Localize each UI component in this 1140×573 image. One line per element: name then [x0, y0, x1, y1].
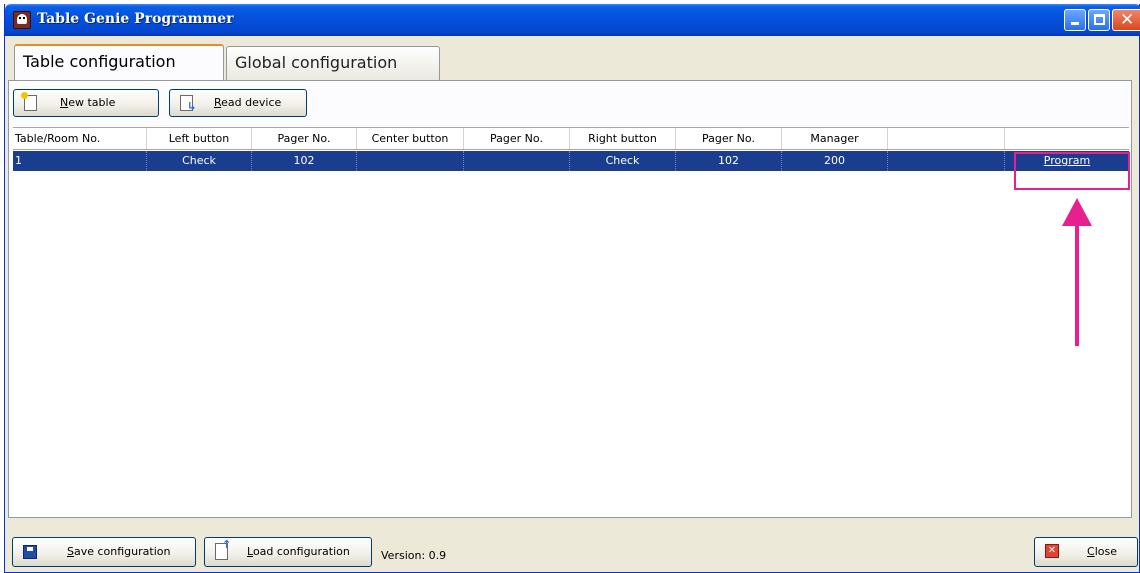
- table-grid[interactable]: Table/Room No. Left button Pager No. Cen…: [13, 127, 1129, 517]
- read-device-label: Read device: [214, 96, 281, 109]
- label-rest: ave configuration: [73, 545, 171, 558]
- window-title: Table Genie Programmer: [37, 11, 234, 27]
- column-header-extra[interactable]: [888, 128, 1005, 149]
- load-configuration-button[interactable]: Load configuration: [204, 537, 372, 567]
- table-row[interactable]: 1 Check 102 Check 102 200 Program: [13, 151, 1129, 171]
- annotation-arrow-shaft: [1075, 222, 1079, 346]
- label-rest: oad configuration: [252, 545, 350, 558]
- tab-label: Global configuration: [235, 53, 398, 72]
- cell-extra: [888, 151, 1005, 171]
- column-header-left-button[interactable]: Left button: [147, 128, 252, 149]
- new-document-icon: [21, 92, 37, 111]
- accel-key: S: [67, 545, 74, 558]
- maximize-button[interactable]: [1088, 9, 1110, 31]
- column-header-left-pager[interactable]: Pager No.: [252, 128, 357, 149]
- version-text: Version: 0.9: [381, 549, 447, 562]
- save-configuration-label: Save configuration: [67, 545, 170, 558]
- close-icon: ✕: [1045, 544, 1059, 558]
- grid-header: Table/Room No. Left button Pager No. Cen…: [13, 128, 1129, 150]
- minimize-button[interactable]: [1064, 9, 1086, 31]
- read-device-button[interactable]: Read device: [169, 89, 307, 117]
- cell-table-no: 1: [13, 151, 147, 171]
- column-header-right-button[interactable]: Right button: [570, 128, 676, 149]
- label-rest: ew table: [68, 96, 116, 109]
- label-rest: ead device: [221, 96, 282, 109]
- tab-label: Table configuration: [23, 52, 176, 71]
- read-device-icon: [180, 95, 196, 113]
- new-table-label: New table: [60, 96, 115, 109]
- cell-left-pager: 102: [252, 151, 357, 171]
- cell-center-pager: [464, 151, 570, 171]
- column-header-manager[interactable]: Manager: [782, 128, 888, 149]
- column-header-table-room[interactable]: Table/Room No.: [13, 128, 147, 149]
- tab-global-configuration[interactable]: Global configuration: [226, 46, 440, 80]
- load-document-icon: [215, 538, 231, 560]
- tab-strip: Table configuration Global configuration: [14, 44, 1134, 82]
- label-rest: lose: [1094, 545, 1117, 558]
- save-configuration-button[interactable]: Save configuration: [12, 537, 196, 567]
- close-label: Close: [1087, 545, 1117, 558]
- window-close-button[interactable]: ✕: [1112, 9, 1140, 31]
- cell-right-button: Check: [570, 151, 676, 171]
- cell-right-pager: 102: [676, 151, 782, 171]
- column-header-center-pager[interactable]: Pager No.: [464, 128, 570, 149]
- maximize-icon: [1094, 14, 1105, 25]
- annotation-highlight-box: [1014, 152, 1130, 190]
- table-configuration-panel: New table Read device Table/Room No. Lef…: [8, 80, 1132, 518]
- app-logo-icon: [13, 11, 31, 29]
- cell-center-button: [357, 151, 464, 171]
- cell-manager: 200: [782, 151, 888, 171]
- column-header-action[interactable]: [1005, 128, 1129, 149]
- column-header-center-button[interactable]: Center button: [357, 128, 464, 149]
- close-x-icon: ✕: [1120, 10, 1135, 30]
- new-table-button[interactable]: New table: [13, 89, 159, 117]
- minimize-icon: [1071, 22, 1079, 25]
- accel-key: N: [60, 96, 69, 109]
- floppy-disk-icon: [23, 545, 37, 559]
- cell-left-button: Check: [147, 151, 252, 171]
- accel-key: C: [1087, 545, 1095, 558]
- close-button[interactable]: ✕ Close: [1034, 537, 1138, 567]
- title-bar[interactable]: Table Genie Programmer ✕: [5, 4, 1140, 36]
- column-header-right-pager[interactable]: Pager No.: [676, 128, 782, 149]
- load-configuration-label: Load configuration: [247, 545, 350, 558]
- tab-table-configuration[interactable]: Table configuration: [14, 44, 224, 80]
